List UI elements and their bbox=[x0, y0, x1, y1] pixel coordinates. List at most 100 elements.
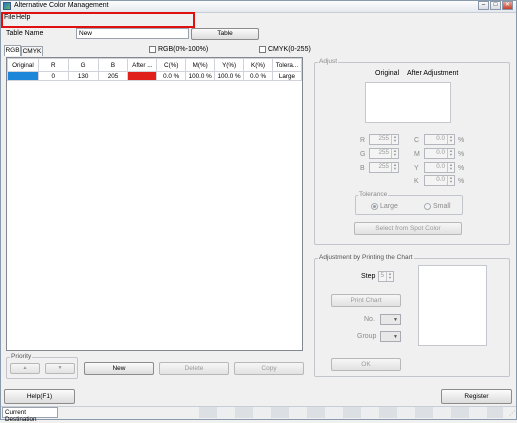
col-k[interactable]: K(%) bbox=[243, 58, 273, 72]
tolerance-small-label: Small bbox=[433, 203, 451, 210]
chart-title: Adjustment by Printing the Chart bbox=[318, 254, 414, 261]
priority-down-button[interactable]: ▼ bbox=[45, 363, 75, 374]
original-label: Original bbox=[375, 70, 400, 77]
select-spot-color-button[interactable]: Select from Spot Color bbox=[354, 222, 462, 235]
r-spinbox[interactable]: 255 ▲ ▼ bbox=[369, 134, 399, 145]
spin-arrows-icon[interactable]: ▲ ▼ bbox=[391, 149, 398, 158]
k-unit: % bbox=[458, 178, 465, 185]
table-button[interactable]: Table bbox=[191, 28, 259, 40]
table-name-label: Table Name bbox=[6, 30, 44, 37]
spin-arrows-icon[interactable]: ▲ ▼ bbox=[391, 135, 398, 144]
k-spinbox[interactable]: 0.0 ▲ ▼ bbox=[424, 175, 455, 186]
cell-tolerance: Large bbox=[271, 71, 303, 81]
tolerance-large-radio[interactable] bbox=[371, 203, 378, 210]
tolerance-small-radio[interactable] bbox=[424, 203, 431, 210]
resize-grip-icon[interactable]: ⋰ bbox=[505, 410, 515, 418]
col-r[interactable]: R bbox=[37, 58, 69, 72]
rgb-percent-checkbox[interactable] bbox=[149, 46, 156, 53]
table-name-input[interactable]: New bbox=[76, 28, 189, 39]
cell-r: 0 bbox=[37, 71, 69, 81]
spin-arrows-icon[interactable]: ▲ ▼ bbox=[447, 176, 454, 185]
g-value: 255 bbox=[378, 149, 389, 156]
g-label: G bbox=[360, 151, 366, 158]
m-label: M bbox=[414, 151, 420, 158]
color-preview-box bbox=[365, 82, 451, 123]
col-m[interactable]: M(%) bbox=[185, 58, 216, 72]
step-value: 5 bbox=[380, 272, 384, 279]
highlight-box bbox=[1, 12, 195, 28]
tab-cmyk[interactable]: CMYK bbox=[21, 46, 43, 56]
delete-button[interactable]: Delete bbox=[159, 362, 229, 375]
spin-arrows-icon[interactable]: ▲ ▼ bbox=[447, 163, 454, 172]
y-value: 0.0 bbox=[436, 163, 445, 170]
spin-arrows-icon[interactable]: ▲ ▼ bbox=[447, 149, 454, 158]
adjust-title: Adjust bbox=[318, 58, 339, 65]
k-label: K bbox=[414, 178, 419, 185]
status-progress bbox=[199, 407, 503, 418]
col-b[interactable]: B bbox=[97, 58, 129, 72]
maximize-icon[interactable]: □ bbox=[490, 1, 501, 10]
print-chart-button[interactable]: Print Chart bbox=[331, 294, 401, 307]
cmyk-range-checkbox[interactable] bbox=[259, 46, 266, 53]
priority-up-button[interactable]: ▲ bbox=[10, 363, 40, 374]
b-label: B bbox=[360, 165, 365, 172]
step-label: Step bbox=[361, 273, 376, 280]
register-button[interactable]: Register bbox=[441, 389, 512, 404]
app-icon bbox=[3, 2, 11, 10]
group-dropdown[interactable]: ▼ bbox=[380, 331, 401, 342]
cell-y: 100.0 % bbox=[214, 71, 245, 81]
cell-g: 130 bbox=[67, 71, 99, 81]
new-button[interactable]: New bbox=[84, 362, 154, 375]
no-label: No. bbox=[364, 316, 375, 323]
chart-preview-box bbox=[418, 265, 487, 346]
color-table[interactable]: Original R G B After ... C(%) M(%) Y(%) … bbox=[6, 57, 303, 351]
cell-k: 0.0 % bbox=[243, 71, 273, 81]
b-spinbox[interactable]: 255 ▲ ▼ bbox=[369, 162, 399, 173]
copy-button[interactable]: Copy bbox=[234, 362, 304, 375]
m-spinbox[interactable]: 0.0 ▲ ▼ bbox=[424, 148, 455, 159]
c-unit: % bbox=[458, 137, 465, 144]
step-spinbox[interactable]: 5 ▲ ▼ bbox=[378, 271, 394, 282]
b-value: 255 bbox=[378, 163, 389, 170]
m-unit: % bbox=[458, 151, 465, 158]
r-label: R bbox=[360, 137, 366, 144]
tolerance-large-label: Large bbox=[380, 203, 398, 210]
no-dropdown[interactable]: ▼ bbox=[380, 314, 401, 325]
minimize-icon[interactable]: – bbox=[478, 1, 489, 10]
m-value: 0.0 bbox=[436, 149, 445, 156]
current-destination-status: Current Destination bbox=[2, 407, 58, 423]
original-color-swatch bbox=[7, 71, 39, 81]
cell-b: 205 bbox=[97, 71, 129, 81]
cmyk-range-label: CMYK(0-255) bbox=[268, 46, 311, 53]
col-tolerance[interactable]: Tolera... bbox=[271, 58, 303, 72]
y-label: Y bbox=[414, 165, 419, 172]
priority-title: Priority bbox=[10, 353, 33, 360]
tab-rgb[interactable]: RGB bbox=[4, 45, 21, 56]
chevron-down-icon: ▼ bbox=[393, 317, 398, 323]
col-original[interactable]: Original bbox=[7, 58, 39, 72]
y-spinbox[interactable]: 0.0 ▲ ▼ bbox=[424, 162, 455, 173]
window-title: Alternative Color Management bbox=[14, 2, 109, 9]
table-row[interactable]: 0 130 205 0.0 % 100.0 % 100.0 % 0.0 % La… bbox=[7, 71, 303, 81]
ok-button[interactable]: OK bbox=[331, 358, 401, 371]
close-icon[interactable]: ✕ bbox=[502, 1, 513, 10]
spin-arrows-icon[interactable]: ▲ ▼ bbox=[386, 272, 393, 281]
r-value: 255 bbox=[378, 135, 389, 142]
g-spinbox[interactable]: 255 ▲ ▼ bbox=[369, 148, 399, 159]
c-value: 0.0 bbox=[436, 135, 445, 142]
col-g[interactable]: G bbox=[67, 58, 99, 72]
after-color-swatch bbox=[127, 71, 158, 81]
spin-arrows-icon[interactable]: ▲ ▼ bbox=[447, 135, 454, 144]
group-label: Group bbox=[357, 333, 377, 340]
spin-arrows-icon[interactable]: ▲ ▼ bbox=[391, 163, 398, 172]
c-spinbox[interactable]: 0.0 ▲ ▼ bbox=[424, 134, 455, 145]
tolerance-title: Tolerance bbox=[358, 191, 389, 198]
help-button[interactable]: Help(F1) bbox=[4, 389, 75, 404]
c-label: C bbox=[414, 137, 420, 144]
cell-m: 100.0 % bbox=[185, 71, 216, 81]
table-header-row: Original R G B After ... C(%) M(%) Y(%) … bbox=[7, 58, 303, 72]
col-c[interactable]: C(%) bbox=[156, 58, 187, 72]
rgb-percent-label: RGB(0%-100%) bbox=[158, 46, 209, 53]
col-y[interactable]: Y(%) bbox=[214, 58, 245, 72]
col-after[interactable]: After ... bbox=[127, 58, 158, 72]
